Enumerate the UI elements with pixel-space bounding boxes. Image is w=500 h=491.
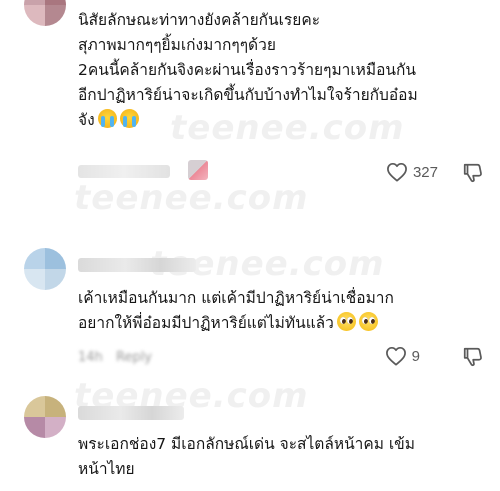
- comment-line-text: อยากให้พี่อ๋อมมีปาฏิหาริย์แต่ไม่ทันแล้ว: [78, 314, 334, 332]
- pleading-face-emoji: [336, 312, 356, 331]
- comment-line: จัง: [78, 108, 418, 133]
- comment-item: พระเอกช่อง7 มีเอกลักษณ์เด่น จะสไตล์หน้าค…: [0, 380, 500, 491]
- like-count: 9: [411, 347, 420, 365]
- comment-text: พระเอกช่อง7 มีเอกลักษณ์เด่น จะสไตล์หน้าค…: [78, 432, 418, 482]
- comment-line: นิสัยลักษณะท่าทางยังคล้ายกันเรยคะ: [78, 11, 321, 29]
- comment-text: นิสัยลักษณะท่าทางยังคล้ายกันเรยคะ สุภาพม…: [78, 8, 418, 133]
- comment-line: 2คนนี้คล้ายกันจิงคะผ่านเรื่องราวร้ายๆมาเ…: [78, 61, 416, 79]
- comment-line: อยากให้พี่อ๋อมมีปาฏิหาริย์แต่ไม่ทันแล้ว: [78, 311, 418, 336]
- comment-line: สุภาพมากๆๆยิ้มเก่งมากๆๆด้วย: [78, 36, 276, 54]
- heart-icon: [385, 346, 406, 366]
- comment-line: เค้าเหมือนกันมาก แต่เค้ามีปาฏิหาริย์น่าเ…: [78, 289, 394, 307]
- comment-text: เค้าเหมือนกันมาก แต่เค้ามีปาฏิหาริย์น่าเ…: [78, 286, 418, 336]
- comment-item: เค้าเหมือนกันมาก แต่เค้ามีปาฏิหาริย์น่าเ…: [0, 230, 500, 380]
- comment-item: นิสัยลักษณะท่าทางยังคล้ายกันเรยคะ สุภาพม…: [0, 0, 500, 210]
- thumbs-down-icon: [463, 347, 482, 367]
- comment-line: หน้าไทย: [78, 460, 135, 478]
- thumbs-down-icon: [463, 163, 482, 183]
- blurred-meta: [78, 165, 170, 178]
- heart-icon: [387, 162, 407, 182]
- reply-button[interactable]: Reply: [116, 350, 152, 365]
- like-button[interactable]: 9: [385, 346, 420, 366]
- dislike-button[interactable]: [462, 162, 484, 184]
- blurred-username: [78, 258, 196, 272]
- like-count: 327: [412, 163, 438, 181]
- blurred-username: [78, 406, 184, 420]
- comment-line: พระเอกช่อง7 มีเอกลักษณ์เด่น จะสไตล์หน้าค…: [78, 435, 415, 453]
- avatar[interactable]: [24, 248, 66, 290]
- dislike-button[interactable]: [462, 346, 484, 368]
- blurred-thumbnail: [188, 160, 208, 180]
- comment-line: อีกปาฏิหาริย์น่าจะเกิดขึ้นกับบ้างทำไมใจร…: [78, 86, 418, 104]
- crying-face-emoji: [97, 109, 117, 128]
- avatar[interactable]: [24, 0, 66, 26]
- avatar[interactable]: [24, 396, 66, 438]
- comment-line-text: จัง: [78, 111, 95, 129]
- pleading-face-emoji: [358, 312, 378, 331]
- comment-time: 14h: [78, 350, 103, 365]
- crying-face-emoji: [119, 109, 139, 128]
- like-button[interactable]: 327: [386, 162, 438, 182]
